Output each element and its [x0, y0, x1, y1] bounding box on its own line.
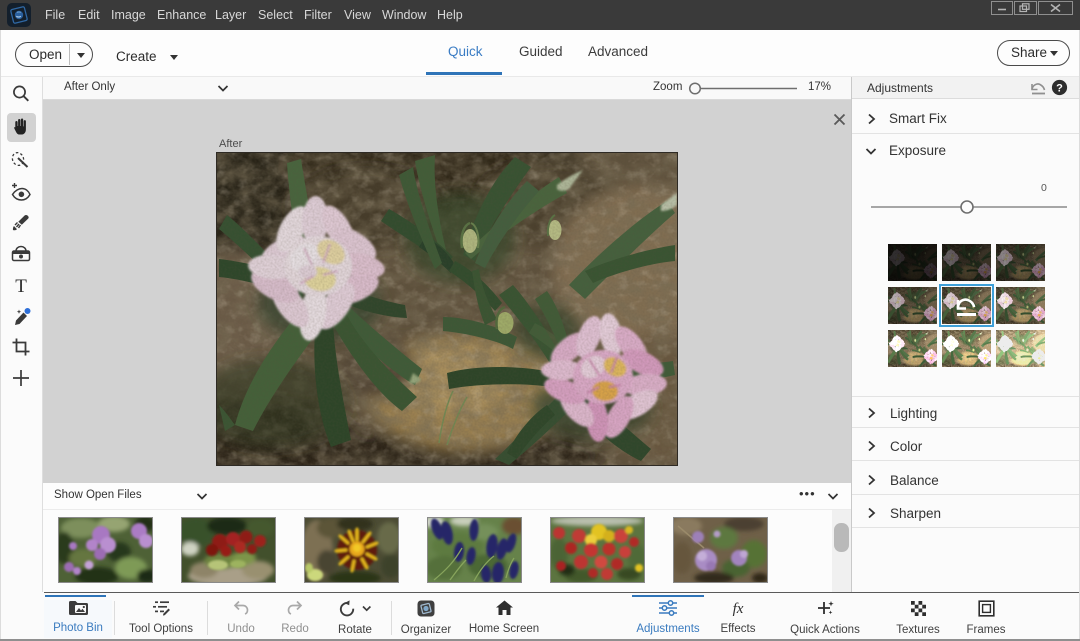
svg-text:T: T: [15, 276, 27, 297]
svg-text:?: ?: [1056, 82, 1063, 94]
svg-text:fx: fx: [733, 601, 744, 616]
